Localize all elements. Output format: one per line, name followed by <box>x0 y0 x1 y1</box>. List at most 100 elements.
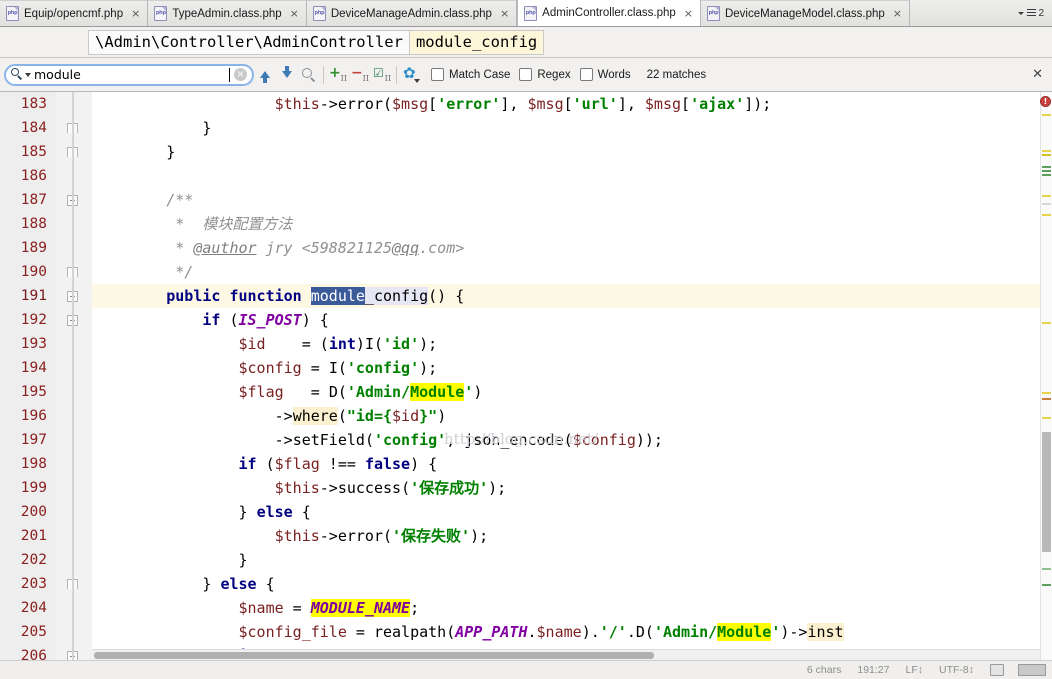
editor-tab-3-active[interactable]: AdminController.class.php × <box>517 0 701 26</box>
tab-overflow-count: 2 <box>1038 7 1044 19</box>
status-chars: 6 chars <box>806 664 842 676</box>
tab-close-icon[interactable]: × <box>684 8 693 19</box>
checkbox-box[interactable] <box>431 68 444 81</box>
find-next-button[interactable] <box>276 64 298 86</box>
code-marker[interactable] <box>1042 398 1051 400</box>
code-marker[interactable] <box>1042 214 1051 216</box>
code-line[interactable]: */ <box>92 260 1052 284</box>
code-line[interactable]: } else { <box>92 572 1052 596</box>
checkbox-box[interactable] <box>579 68 593 81</box>
error-marker-bar[interactable] <box>1040 92 1052 660</box>
remove-caret-icon: − II <box>351 66 369 83</box>
line-number: 202 <box>20 552 47 568</box>
code-marker[interactable] <box>1042 154 1051 156</box>
line-number: 200 <box>20 504 47 520</box>
code-line[interactable]: if (IS_POST) { <box>92 308 1052 332</box>
search-settings-button[interactable] <box>400 64 422 86</box>
code-marker[interactable] <box>1042 170 1051 172</box>
vertical-scrollbar-thumb[interactable] <box>1042 432 1051 552</box>
horizontal-scrollbar-thumb[interactable] <box>94 652 654 659</box>
code-marker[interactable] <box>1042 203 1051 205</box>
php-file-icon <box>706 6 720 21</box>
code-line[interactable]: /** <box>92 188 1052 212</box>
code-marker[interactable] <box>1042 114 1051 116</box>
code-text-area[interactable]: $this->error($msg['error'], $msg['url'],… <box>92 92 1052 660</box>
code-line[interactable]: } else { <box>92 500 1052 524</box>
tab-close-icon[interactable]: × <box>500 8 509 19</box>
code-line[interactable] <box>92 164 1052 188</box>
select-all-occurrences-button[interactable]: ☑ II <box>371 64 393 86</box>
search-input[interactable] <box>34 67 229 82</box>
gear-icon <box>403 65 420 83</box>
caret-glyph: II <box>384 73 391 83</box>
code-line[interactable]: } <box>92 548 1052 572</box>
status-encoding[interactable]: UTF-8↕ <box>939 664 974 676</box>
line-number: 187 <box>20 192 47 208</box>
caret-glyph: II <box>362 73 369 83</box>
remove-occurrence-button[interactable]: − II <box>349 64 371 86</box>
code-line[interactable]: * @author jry <598821125@qq.com> <box>92 236 1052 260</box>
code-marker[interactable] <box>1042 392 1051 394</box>
memory-indicator[interactable] <box>1018 664 1046 676</box>
line-number: 204 <box>20 600 47 616</box>
code-marker[interactable] <box>1042 417 1051 419</box>
breadcrumb-member[interactable]: module_config <box>408 29 545 55</box>
code-line[interactable]: } <box>92 116 1052 140</box>
chevron-down-icon[interactable] <box>25 72 31 77</box>
checkbox-box[interactable] <box>519 68 533 81</box>
horizontal-scrollbar[interactable] <box>92 649 1040 660</box>
code-marker[interactable] <box>1042 174 1051 176</box>
editor-tab-1[interactable]: TypeAdmin.class.php × <box>148 0 307 26</box>
code-line[interactable]: * 模块配置方法 <box>92 212 1052 236</box>
code-line[interactable]: $config_file = realpath(APP_PATH.$name).… <box>92 620 1052 644</box>
list-icon <box>1027 9 1037 17</box>
line-number: 198 <box>20 456 47 472</box>
status-line-separator[interactable]: LF↕ <box>905 664 923 676</box>
code-line[interactable]: $id = (int)I('id'); <box>92 332 1052 356</box>
line-number: 195 <box>20 384 47 400</box>
add-occurrence-button[interactable]: + II <box>327 64 349 86</box>
code-line[interactable]: } <box>92 140 1052 164</box>
tab-close-icon[interactable]: × <box>290 8 299 19</box>
editor-tab-4[interactable]: DeviceManageModel.class.php × <box>700 0 911 26</box>
code-marker[interactable] <box>1042 322 1051 324</box>
tab-bar-spacer <box>910 0 1013 26</box>
find-previous-button[interactable] <box>254 64 276 86</box>
find-in-selection-button[interactable] <box>298 64 320 86</box>
code-folding-gutter[interactable] <box>56 92 92 660</box>
lock-icon[interactable] <box>990 664 1004 676</box>
code-line[interactable]: $config = I('config'); <box>92 356 1052 380</box>
code-line[interactable]: if ($flag !== false) { <box>92 452 1052 476</box>
code-line[interactable]: $name = MODULE_NAME; <box>92 596 1052 620</box>
code-line[interactable]: $this->error($msg['error'], $msg['url'],… <box>92 92 1052 116</box>
line-number: 194 <box>20 360 47 376</box>
clear-search-icon[interactable]: × <box>234 68 247 81</box>
status-caret-position[interactable]: 191:27 <box>857 664 889 676</box>
code-line[interactable]: $this->error('保存失败'); <box>92 524 1052 548</box>
line-number: 197 <box>20 432 47 448</box>
tab-close-icon[interactable]: × <box>893 8 902 19</box>
code-marker[interactable] <box>1042 150 1051 152</box>
error-indicator-icon[interactable] <box>1040 96 1051 107</box>
code-marker[interactable] <box>1042 568 1051 570</box>
words-checkbox[interactable]: Words <box>579 68 631 81</box>
close-find-bar-icon[interactable]: ✕ <box>1032 67 1043 82</box>
regex-checkbox[interactable]: Regex <box>519 68 571 81</box>
code-marker[interactable] <box>1042 195 1051 197</box>
editor-tab-0[interactable]: Equip/opencmf.php × <box>0 0 149 26</box>
tab-overflow-button[interactable]: 2 <box>1012 0 1052 26</box>
code-marker[interactable] <box>1042 584 1051 586</box>
status-bar: 6 chars 191:27 LF↕ UTF-8↕ <box>0 660 1052 679</box>
code-marker[interactable] <box>1042 166 1051 168</box>
code-line[interactable]: public function module_config() { <box>92 284 1052 308</box>
code-line[interactable]: ->where("id={$id}") <box>92 404 1052 428</box>
code-line[interactable]: $this->success('保存成功'); <box>92 476 1052 500</box>
code-line[interactable]: $flag = D('Admin/Module') <box>92 380 1052 404</box>
breadcrumb-namespace[interactable]: \Admin\Controller\AdminController <box>88 29 410 55</box>
tab-close-icon[interactable]: × <box>131 8 140 19</box>
code-line[interactable]: ->setField('config', json_encode($config… <box>92 428 1052 452</box>
search-field-wrapper[interactable]: × <box>4 63 254 86</box>
match-case-checkbox[interactable]: Match Case <box>431 68 510 81</box>
editor-tab-2[interactable]: DeviceManageAdmin.class.php × <box>306 0 518 26</box>
code-editor[interactable]: 183 184 185 186 187 188 189 190 191 192 193 194 195 1… <box>0 92 1052 660</box>
